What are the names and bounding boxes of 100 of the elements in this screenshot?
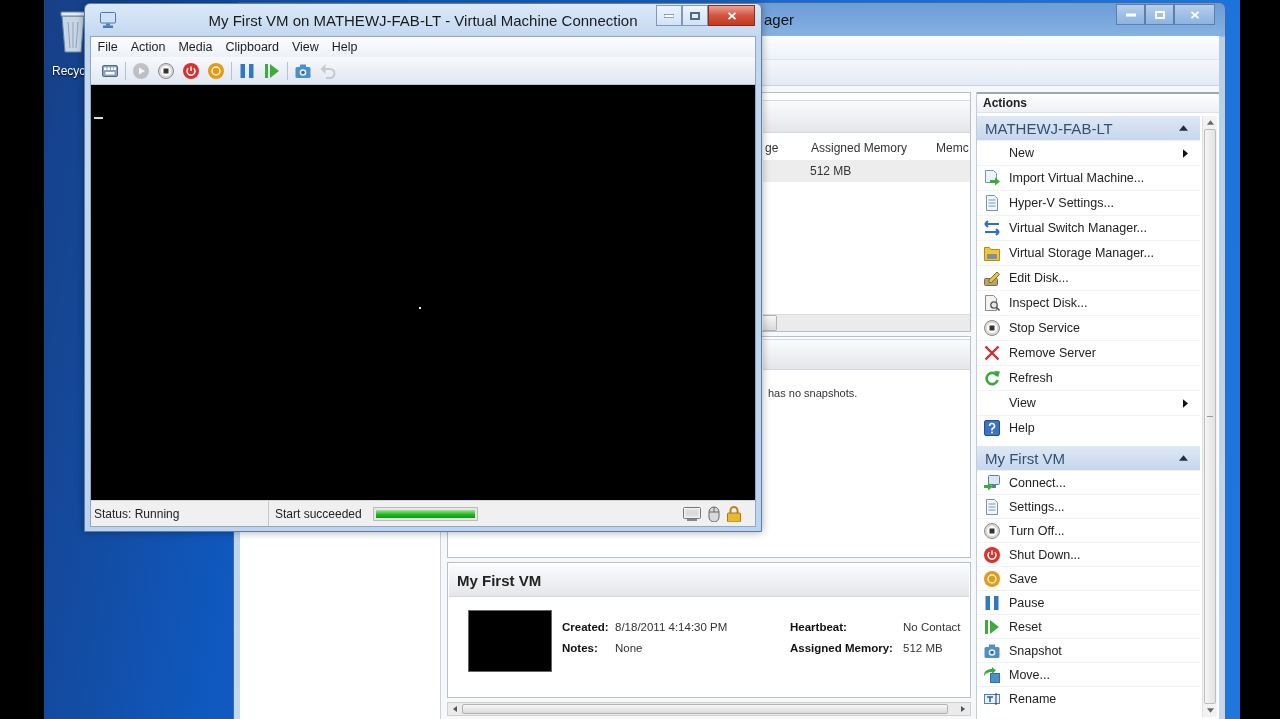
monitor-icon [100, 12, 116, 28]
menu-item[interactable]: Clipboard [218, 40, 286, 54]
field-value: None [615, 641, 644, 654]
command-item[interactable]: Move... [977, 662, 1200, 686]
table-cell-text: 512 MB [809, 164, 853, 178]
command-item[interactable]: Remove Server [977, 340, 1200, 365]
command-item[interactable]: Help [977, 415, 1200, 440]
menu-item[interactable]: File [91, 40, 125, 54]
command-item[interactable]: Hyper-V Settings... [977, 190, 1200, 215]
group-header[interactable]: MATHEWJ-FAB-LT [977, 116, 1200, 140]
command-item[interactable]: Import Virtual Machine... [977, 165, 1200, 190]
command-item[interactable]: Edit Disk... [977, 265, 1200, 290]
bar-play-icon [984, 618, 1000, 635]
scrollbar-thumb[interactable] [763, 315, 777, 331]
play-circle-icon [133, 62, 149, 79]
status-message: Start succeeded [274, 506, 362, 521]
help-icon [984, 420, 1000, 436]
scroll-right-icon[interactable] [961, 706, 965, 712]
minimize-button[interactable] [1116, 4, 1145, 25]
minimize-button[interactable] [656, 5, 682, 26]
scrollbar[interactable] [763, 314, 970, 331]
pause-icon [239, 62, 255, 79]
field-value: 8/18/2011 4:14:30 PM [615, 620, 729, 633]
command-item[interactable]: Snapshot [977, 638, 1200, 662]
close-button[interactable] [1174, 4, 1215, 25]
swap-arrows-icon [984, 220, 1000, 236]
menu-item[interactable]: Action [124, 40, 172, 54]
maximize-icon [1154, 10, 1165, 19]
trash-icon[interactable] [60, 8, 86, 54]
maximize-button[interactable] [682, 5, 708, 26]
pencil-icon [984, 270, 1000, 286]
column-header[interactable]: ge [765, 141, 801, 155]
command-item[interactable]: Pause [977, 590, 1200, 614]
stop-circle-icon [984, 522, 1000, 539]
monitor-arrow-icon [984, 474, 1000, 491]
field-label: Notes: [562, 641, 599, 654]
power-icon [984, 546, 1000, 563]
command-item[interactable]: Turn Off... [977, 518, 1200, 542]
scroll-left-icon[interactable] [453, 706, 457, 712]
window-title: My First VM on MATHEWJ-FAB-LT - Virtual Machine Connection [208, 11, 638, 29]
close-button[interactable] [708, 5, 755, 26]
menu-item[interactable]: Help [325, 40, 365, 54]
scrollbar-thumb[interactable] [462, 704, 948, 714]
dot-circle-icon [984, 570, 1000, 587]
menu-item[interactable]: View [285, 40, 326, 54]
command-item[interactable]: View [977, 390, 1200, 415]
lock-icon [727, 505, 741, 522]
command-item[interactable]: Stop Service [977, 315, 1200, 340]
power-icon [183, 62, 199, 79]
field-value: 512 MB [903, 641, 944, 654]
scrollbar-thumb[interactable] [1204, 129, 1216, 704]
menu-item[interactable]: Media [171, 40, 219, 54]
command-item[interactable]: Virtual Storage Manager... [977, 240, 1200, 265]
scrollbar[interactable] [447, 702, 971, 716]
camera-icon [984, 642, 1000, 659]
command-item[interactable]: Connect... [977, 470, 1200, 494]
cross-icon [984, 345, 1000, 361]
arrow-box-icon [984, 666, 1000, 683]
pane-title: Actions [977, 92, 1219, 113]
command-item[interactable]: Shut Down... [977, 542, 1200, 566]
undo-icon [320, 62, 336, 79]
close-icon [1189, 10, 1200, 19]
table-row[interactable]: 512 MB [763, 160, 970, 182]
scroll-down-icon[interactable] [1206, 708, 1214, 713]
command-item[interactable]: Refresh [977, 365, 1200, 390]
command-item[interactable]: Save [977, 566, 1200, 590]
text-cursor-icon [94, 117, 103, 119]
window-title: ager [764, 11, 795, 28]
keyboard-icon [102, 62, 118, 79]
desktop-icon-label[interactable]: Recyc [52, 64, 86, 78]
command-item[interactable]: New [977, 140, 1200, 165]
bar-play-icon [264, 62, 280, 79]
mouse-icon [708, 505, 720, 522]
command-item[interactable]: Virtual Switch Manager... [977, 215, 1200, 240]
command-item[interactable]: Inspect Disk... [977, 290, 1200, 315]
monitor-icon [683, 506, 701, 521]
column-header[interactable]: Memc [926, 141, 970, 155]
maximize-button[interactable] [1145, 4, 1174, 25]
command-item[interactable]: Reset [977, 614, 1200, 638]
group-header[interactable]: My First VM [977, 446, 1200, 470]
document-arrow-icon [984, 170, 1000, 186]
column-header[interactable]: Assigned Memory [801, 141, 926, 155]
scrollbar[interactable] [1202, 116, 1217, 717]
field-value: No Contact [903, 620, 961, 633]
document-icon [984, 498, 1000, 515]
caret-right-icon [1183, 398, 1188, 408]
document-icon [984, 195, 1000, 211]
close-icon [726, 11, 737, 20]
status-text: Status: Running [91, 501, 269, 526]
scroll-up-icon[interactable] [1206, 120, 1214, 125]
dot-circle-icon [208, 62, 224, 79]
text-field-icon [984, 690, 1000, 707]
refresh-icon [984, 370, 1000, 386]
stop-circle-icon [984, 320, 1000, 336]
field-label: Assigned Memory: [790, 641, 894, 654]
empty-message: has no snapshots. [768, 387, 858, 399]
caret-right-icon [1183, 148, 1188, 158]
command-item[interactable]: Settings... [977, 494, 1200, 518]
command-item[interactable]: Rename [977, 686, 1200, 710]
maximize-icon [690, 11, 700, 20]
